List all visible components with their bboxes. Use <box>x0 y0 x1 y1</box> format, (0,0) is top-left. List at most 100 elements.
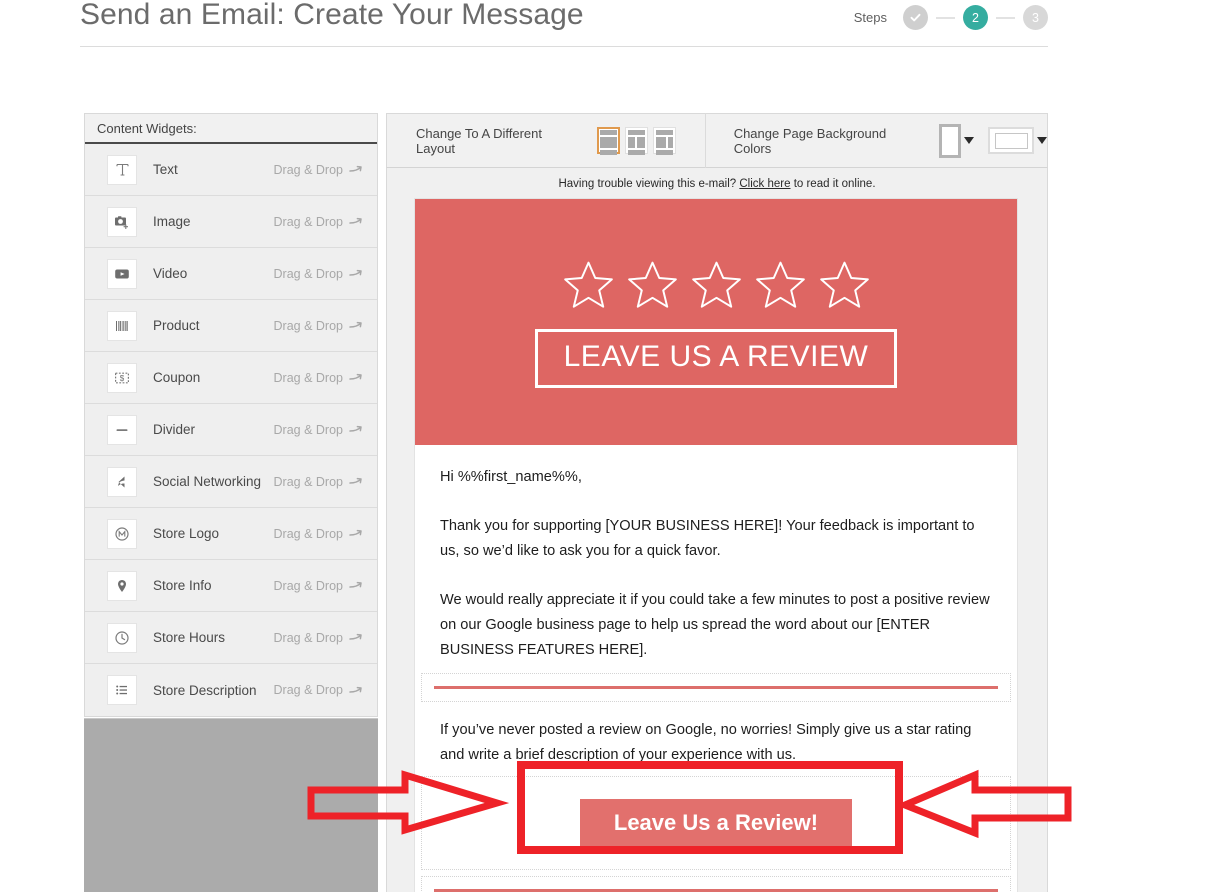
widget-item-store-logo[interactable]: Store Logo Drag & Drop <box>85 508 377 560</box>
barcode-icon <box>107 311 137 341</box>
drag-hint-label: Drag & Drop <box>274 267 343 281</box>
drag-hint-label: Drag & Drop <box>274 475 343 489</box>
arrow-right-icon <box>349 424 363 435</box>
chevron-down-icon[interactable] <box>964 137 974 144</box>
widget-label: Text <box>153 162 178 177</box>
arrow-right-icon <box>349 268 363 279</box>
star-rating-graphic <box>559 257 874 313</box>
map-pin-icon <box>107 571 137 601</box>
email-text-block[interactable]: Hi %%first_name%%, Thank you for support… <box>415 445 1017 663</box>
widget-label: Social Networking <box>153 474 261 489</box>
email-body: LEAVE US A REVIEW Hi %%first_name%%, Tha… <box>414 198 1018 892</box>
cta-widget-slot[interactable]: Leave Us a Review! <box>421 776 1011 870</box>
star-icon <box>815 257 874 313</box>
drag-hint: Drag & Drop <box>274 631 363 645</box>
drag-hint: Drag & Drop <box>274 527 363 541</box>
arrow-right-icon <box>349 685 363 696</box>
email-text-block-2[interactable]: If you’ve never posted a review on Googl… <box>415 702 1017 768</box>
widget-label: Divider <box>153 422 195 437</box>
drag-hint: Drag & Drop <box>274 215 363 229</box>
coupon-icon: $ <box>107 363 137 393</box>
steps-indicator: Steps 2 3 <box>854 5 1048 30</box>
drag-hint: Drag & Drop <box>274 579 363 593</box>
background-control-label: Change Page Background Colors <box>734 126 925 156</box>
widget-item-text[interactable]: Text Drag & Drop <box>85 144 377 196</box>
drag-hint: Drag & Drop <box>274 267 363 281</box>
step-3-pending[interactable]: 3 <box>1023 5 1048 30</box>
widget-label: Store Description <box>153 683 257 698</box>
widget-label: Store Info <box>153 578 212 593</box>
layout-options <box>597 127 676 154</box>
svg-text:$: $ <box>120 374 125 383</box>
widget-item-store-info[interactable]: Store Info Drag & Drop <box>85 560 377 612</box>
layout-control-label: Change To A Different Layout <box>416 126 583 156</box>
canvas-controls-bar: Change To A Different Layout <box>386 113 1048 168</box>
step-2-active[interactable]: 2 <box>963 5 988 30</box>
list-icon <box>107 675 137 705</box>
review-banner-image[interactable]: LEAVE US A REVIEW <box>415 199 1017 445</box>
page-header: Send an Email: Create Your Message Steps… <box>80 0 1048 47</box>
leave-us-a-review-button[interactable]: Leave Us a Review! <box>580 799 852 847</box>
email-preview-canvas: Having trouble viewing this e-mail? Clic… <box>386 168 1048 892</box>
star-icon <box>623 257 682 313</box>
widget-item-video[interactable]: Video Drag & Drop <box>85 248 377 300</box>
drag-hint-label: Drag & Drop <box>274 527 343 541</box>
drag-hint: Drag & Drop <box>274 371 363 385</box>
arrow-right-icon <box>349 216 363 227</box>
drag-hint-label: Drag & Drop <box>274 319 343 333</box>
page-title: Send an Email: Create Your Message <box>80 0 584 32</box>
widget-item-social-networking[interactable]: Social Networking Drag & Drop <box>85 456 377 508</box>
step-connector-1 <box>936 17 955 19</box>
drag-hint-label: Drag & Drop <box>274 163 343 177</box>
arrow-right-icon <box>349 372 363 383</box>
layout-option-two-column[interactable] <box>625 127 648 154</box>
email-divider-line <box>434 686 998 689</box>
drag-hint: Drag & Drop <box>274 475 363 489</box>
view-online-prefix: Having trouble viewing this e-mail? <box>558 178 739 190</box>
email-paragraph-1: Thank you for supporting [YOUR BUSINESS … <box>440 514 992 564</box>
widget-label: Coupon <box>153 370 200 385</box>
page-color-swatch[interactable] <box>939 124 961 158</box>
widget-label: Image <box>153 214 191 229</box>
view-online-suffix: to read it online. <box>791 178 876 190</box>
app-page: Send an Email: Create Your Message Steps… <box>0 0 1226 892</box>
drag-hint-label: Drag & Drop <box>274 683 343 697</box>
widget-item-image[interactable]: Image Drag & Drop <box>85 196 377 248</box>
chevron-down-icon[interactable] <box>1037 137 1047 144</box>
divider-widget-slot[interactable] <box>421 673 1011 702</box>
widget-label: Store Hours <box>153 630 225 645</box>
content-color-picker[interactable] <box>988 127 1047 154</box>
action-toolbar: Back Save Draft Send Test Email Download… <box>0 62 1226 112</box>
layout-control-group: Change To A Different Layout <box>387 114 676 167</box>
text-icon <box>107 155 137 185</box>
step-1-completed[interactable] <box>903 5 928 30</box>
content-widgets-heading: Content Widgets: <box>85 114 377 144</box>
step-connector-2 <box>996 17 1015 19</box>
view-online-notice: Having trouble viewing this e-mail? Clic… <box>387 168 1047 198</box>
widget-label: Video <box>153 266 187 281</box>
layout-option-single-column[interactable] <box>597 127 620 154</box>
video-icon <box>107 259 137 289</box>
view-online-link[interactable]: Click here <box>739 178 790 190</box>
email-paragraph-2: We would really appreciate it if you cou… <box>440 588 992 663</box>
drag-hint: Drag & Drop <box>274 163 363 177</box>
widget-item-coupon[interactable]: $ Coupon Drag & Drop <box>85 352 377 404</box>
logo-icon <box>107 519 137 549</box>
arrow-right-icon <box>349 320 363 331</box>
steps-label: Steps <box>854 10 887 25</box>
content-color-swatch[interactable] <box>988 127 1034 154</box>
email-greeting: Hi %%first_name%%, <box>440 465 992 490</box>
widget-item-store-hours[interactable]: Store Hours Drag & Drop <box>85 612 377 664</box>
page-color-picker[interactable] <box>939 124 974 158</box>
widget-item-divider[interactable]: Divider Drag & Drop <box>85 404 377 456</box>
image-icon <box>107 207 137 237</box>
layout-option-two-column-narrow[interactable] <box>653 127 676 154</box>
divider-widget-slot-2[interactable] <box>421 876 1011 892</box>
background-control-group: Change Page Background Colors <box>706 124 1047 158</box>
widget-item-store-description[interactable]: Store Description Drag & Drop <box>85 664 377 716</box>
drag-hint-label: Drag & Drop <box>274 371 343 385</box>
arrow-right-icon <box>349 528 363 539</box>
check-icon <box>909 11 922 24</box>
content-widgets-panel: Content Widgets: Text Drag & Drop Image … <box>84 113 378 717</box>
widget-item-product[interactable]: Product Drag & Drop <box>85 300 377 352</box>
